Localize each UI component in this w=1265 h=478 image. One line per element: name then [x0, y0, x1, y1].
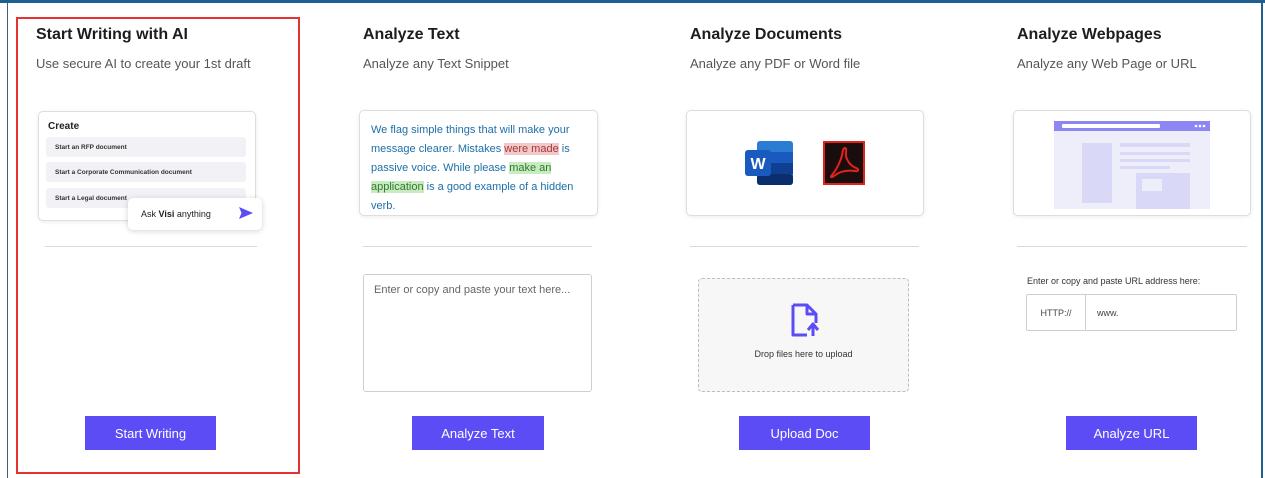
file-drop-zone[interactable]: Drop files here to upload [698, 278, 909, 392]
text-input-area[interactable]: Enter or copy and paste your text here..… [363, 274, 592, 392]
writing-subtitle: Use secure AI to create your 1st draft [36, 56, 251, 71]
analyze-documents-title: Analyze Documents [690, 26, 843, 43]
url-input[interactable]: www. [1097, 308, 1119, 318]
create-title: Create [48, 121, 80, 132]
writing-divider [45, 246, 257, 247]
window-left-border [7, 3, 8, 478]
start-writing-button[interactable]: Start Writing [85, 416, 216, 450]
text-sample: We flag simple things that will make you… [371, 124, 574, 212]
analyze-webpages-subtitle: Analyze any Web Page or URL [1017, 56, 1197, 71]
text-sample-card: We flag simple things that will make you… [359, 110, 598, 216]
analyze-text-title: Analyze Text [363, 26, 460, 43]
drop-zone-text: Drop files here to upload [754, 349, 853, 359]
create-item-rfp[interactable]: Start an RFP document [46, 137, 246, 157]
ask-visi-bubble[interactable]: Ask Visi anything [128, 198, 262, 230]
create-item-corporate[interactable]: Start a Corporate Communication document [46, 162, 246, 182]
upload-doc-button[interactable]: Upload Doc [739, 416, 870, 450]
file-upload-icon [791, 303, 820, 337]
analyze-text-subtitle: Analyze any Text Snippet [363, 56, 509, 71]
send-icon[interactable] [239, 207, 253, 219]
word-icon: W [745, 141, 793, 185]
webpage-preview-card [1013, 110, 1251, 216]
window-top-border [0, 0, 1265, 3]
webpages-divider [1017, 246, 1247, 247]
analyze-text-button[interactable]: Analyze Text [412, 416, 544, 450]
analyze-url-button[interactable]: Analyze URL [1066, 416, 1197, 450]
hidden-verb-highlight-1: make an [509, 162, 552, 174]
svg-text:W: W [750, 156, 766, 173]
url-label: Enter or copy and paste URL address here… [1027, 276, 1201, 286]
url-field[interactable]: HTTP:// www. [1026, 294, 1237, 331]
text-divider [363, 246, 592, 247]
ask-visi-text: Ask Visi anything [141, 209, 211, 219]
pdf-icon [823, 141, 865, 185]
window-right-border [1261, 3, 1263, 478]
hidden-verb-highlight-2: application [371, 181, 424, 193]
analyze-webpages-title: Analyze Webpages [1017, 26, 1162, 43]
document-types-card: W [686, 110, 924, 216]
passive-voice-highlight: were made [504, 143, 559, 155]
webpage-illustration [1054, 121, 1210, 209]
documents-divider [690, 246, 919, 247]
analyze-documents-subtitle: Analyze any PDF or Word file [690, 56, 861, 71]
url-protocol-prefix: HTTP:// [1027, 295, 1086, 330]
writing-title: Start Writing with AI [36, 26, 188, 43]
